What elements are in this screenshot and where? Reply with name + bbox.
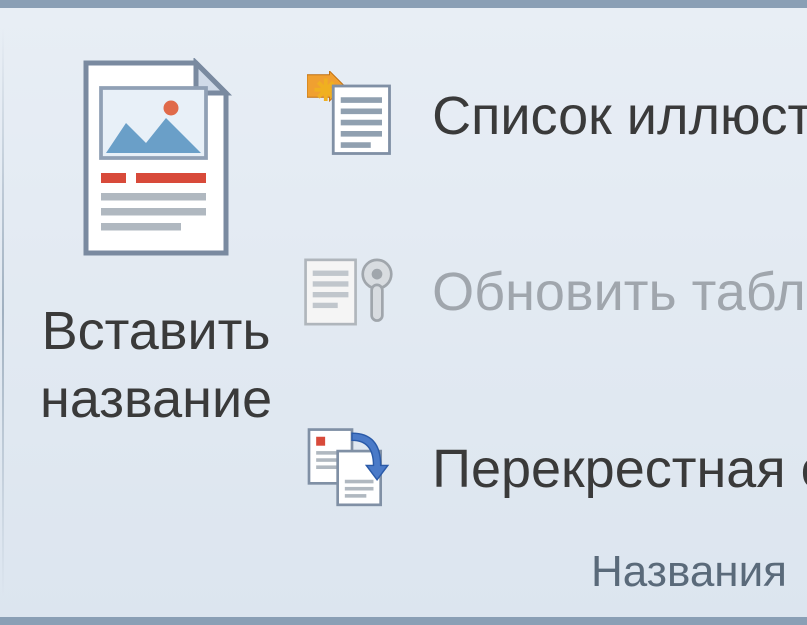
update-table-label: Обновить таблицу bbox=[432, 261, 807, 323]
list-of-figures-icon bbox=[302, 66, 402, 166]
group-separator bbox=[2, 28, 4, 597]
update-table-button[interactable]: Обновить таблицу bbox=[292, 236, 807, 348]
update-table-icon bbox=[302, 242, 402, 342]
insert-caption-label: Вставить название bbox=[40, 298, 272, 433]
ribbon-group-label: Названия bbox=[0, 537, 807, 617]
cross-reference-button[interactable]: Перекрестная ссылка bbox=[292, 413, 807, 525]
captions-ribbon-group: Вставить название bbox=[0, 8, 807, 617]
insert-caption-button[interactable]: Вставить название bbox=[20, 38, 292, 537]
list-of-figures-button[interactable]: Список иллюстраций bbox=[292, 60, 807, 172]
side-buttons: Список иллюстраций Обновить табли bbox=[292, 38, 807, 537]
insert-caption-icon bbox=[66, 48, 246, 268]
cross-reference-icon bbox=[302, 419, 402, 519]
ribbon-content: Вставить название bbox=[0, 8, 807, 537]
cross-reference-label: Перекрестная ссылка bbox=[432, 438, 807, 500]
list-of-figures-label: Список иллюстраций bbox=[432, 85, 807, 147]
